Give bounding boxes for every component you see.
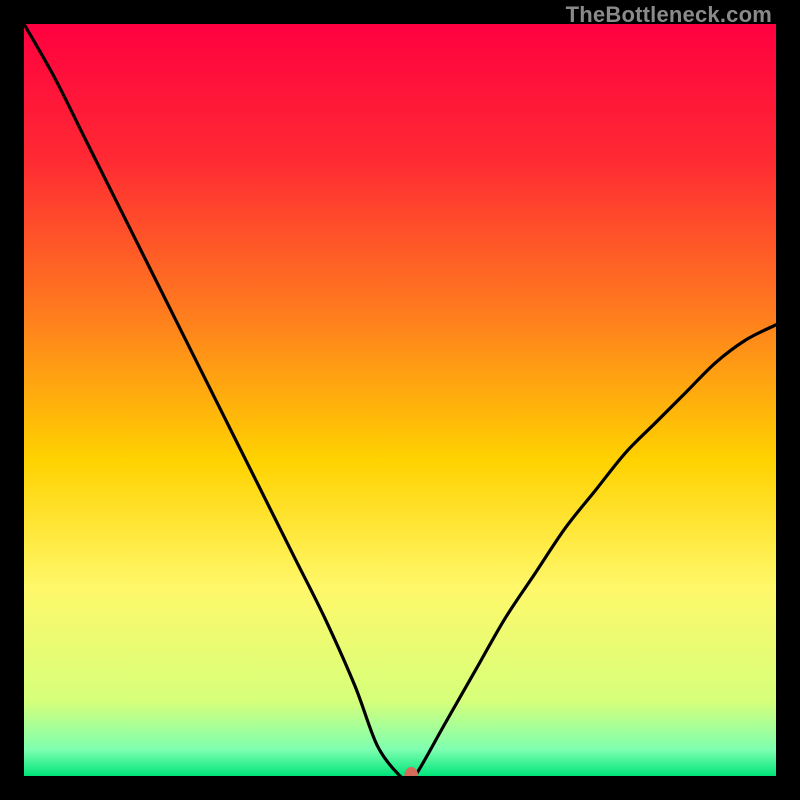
- watermark-text: TheBottleneck.com: [566, 2, 772, 28]
- bottleneck-chart: [24, 24, 776, 776]
- chart-background: [24, 24, 776, 776]
- chart-frame: TheBottleneck.com: [0, 0, 800, 800]
